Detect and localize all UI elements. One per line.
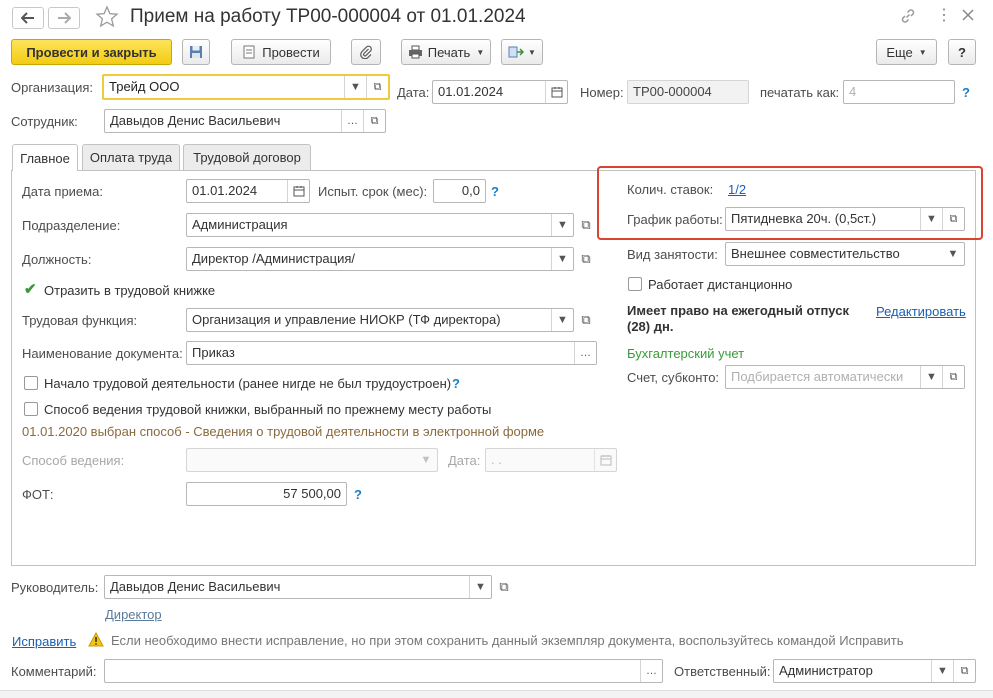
hire-date-label: Дата приема: [22,184,103,199]
open-icon[interactable]: ⧉ [576,248,596,270]
department-field[interactable]: Администрация ▼ [186,213,574,237]
select-icon[interactable]: … [640,660,662,682]
dropdown-icon[interactable]: ▼ [551,214,573,236]
tab-content: Дата приема: 01.01.2024 Испыт. срок (мес… [0,0,993,570]
rates-link[interactable]: 1/2 [728,182,746,197]
open-icon[interactable]: ⧉ [942,366,964,388]
account-field[interactable]: Подбирается автоматически ▼ ⧉ [725,365,965,389]
remote-label: Работает дистанционно [648,277,793,292]
document-name-field[interactable]: Приказ … [186,341,597,365]
open-icon[interactable]: ⧉ [494,576,514,598]
dropdown-icon[interactable]: ▼ [920,208,942,230]
help-question-icon[interactable]: ? [452,376,460,391]
workbook-checkbox-label: Отразить в трудовой книжке [44,283,216,298]
department-label: Подразделение: [22,218,121,233]
dropdown-icon[interactable]: ▼ [551,248,573,270]
method-info-text: 01.01.2020 выбран способ - Сведения о тр… [22,424,545,439]
edit-vacation-link[interactable]: Редактировать [876,304,966,319]
labor-function-field[interactable]: Организация и управление НИОКР (ТФ дирек… [186,308,574,332]
employment-type-field[interactable]: Внешнее совместительство ▼ [725,242,965,266]
manager-field[interactable]: Давыдов Денис Васильевич ▼ [104,575,492,599]
manager-position-link[interactable]: Директор [105,607,162,622]
calendar-icon[interactable] [287,180,309,202]
career-start-checkbox[interactable] [24,376,38,390]
probation-field[interactable]: 0,0 [433,179,486,203]
method-label: Способ ведения: [22,453,125,468]
schedule-label: График работы: [627,212,723,227]
dropdown-icon[interactable]: ▼ [415,449,437,471]
comment-label: Комментарий: [11,664,97,679]
position-field[interactable]: Директор /Администрация/ ▼ [186,247,574,271]
remote-checkbox[interactable] [628,277,642,291]
book-method-checkbox[interactable] [24,402,38,416]
dropdown-icon[interactable]: ▼ [469,576,491,598]
fix-link[interactable]: Исправить [12,634,76,649]
dropdown-icon[interactable]: ▼ [551,309,573,331]
comment-field[interactable]: … [104,659,663,683]
method-date-label: Дата: [448,453,481,468]
hire-date-field[interactable]: 01.01.2024 [186,179,310,203]
method-field[interactable]: ▼ [186,448,438,472]
open-icon[interactable]: ⧉ [942,208,964,230]
career-start-label: Начало трудовой деятельности (ранее нигд… [44,376,452,391]
schedule-field[interactable]: Пятидневка 20ч. (0,5ст.) ▼ ⧉ [725,207,965,231]
responsible-label: Ответственный: [674,664,771,679]
help-question-icon[interactable]: ? [491,184,499,199]
select-icon[interactable]: … [574,342,596,364]
warning-icon [88,631,104,650]
book-method-label: Способ ведения трудовой книжки, выбранны… [44,402,492,417]
manager-label: Руководитель: [11,580,99,595]
calendar-icon[interactable] [594,449,616,471]
labor-function-label: Трудовая функция: [22,313,138,328]
help-question-icon[interactable]: ? [354,487,362,502]
responsible-field[interactable]: Администратор ▼ ⧉ [773,659,976,683]
fot-field[interactable]: 57 500,00 [186,482,347,506]
bottom-divider [0,690,993,698]
fot-label: ФОТ: [22,487,54,502]
open-icon[interactable]: ⧉ [576,214,596,236]
accounting-section-title: Бухгалтерский учет [627,346,745,361]
document-name-label: Наименование документа: [22,346,183,361]
position-label: Должность: [22,252,92,267]
probation-label: Испыт. срок (мес): [318,184,428,199]
open-icon[interactable]: ⧉ [576,309,596,331]
open-icon[interactable]: ⧉ [953,660,975,682]
dropdown-icon[interactable]: ▼ [931,660,953,682]
vacation-text: Имеет право на ежегодный отпуск (28) дн. [627,303,849,334]
method-date-field[interactable]: . . [485,448,617,472]
workbook-checkbox[interactable]: ✔ [24,282,37,297]
dropdown-icon[interactable]: ▼ [942,243,964,265]
account-label: Счет, субконто: [627,370,720,385]
dropdown-icon[interactable]: ▼ [920,366,942,388]
warning-text: Если необходимо внести исправление, но п… [111,633,904,648]
employment-type-label: Вид занятости: [627,247,718,262]
rates-label: Колич. ставок: [627,182,714,197]
